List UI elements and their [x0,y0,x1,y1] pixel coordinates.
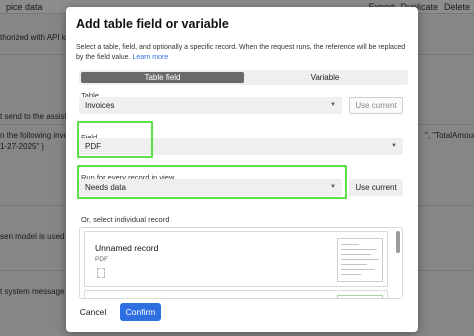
record-list-scrollbar[interactable] [396,231,400,253]
document-thumbnail-icon [337,238,383,282]
run-for-select-value: Needs data [85,183,126,192]
document-icon [97,268,105,278]
field-select-value: PDF [85,142,101,151]
record-card[interactable]: Unnamed record PDF [84,231,388,287]
source-tabs: Table field Variable [79,70,408,85]
add-field-dialog: Add table field or variable Select a tab… [66,7,418,332]
table-select[interactable]: Invoices ▼ [79,97,342,114]
document-thumbnail-icon [337,295,383,298]
record-title: Unnamed record [95,243,159,253]
tab-table-field[interactable]: Table field [81,72,244,83]
chevron-down-icon: ▼ [330,102,336,108]
dialog-title: Add table field or variable [76,17,229,31]
chevron-down-icon: ▼ [391,143,397,149]
record-list[interactable]: Unnamed record PDF [79,227,403,299]
description-text: Select a table, field, and optionally a … [76,44,406,61]
dialog-description: Select a table, field, and optionally a … [76,43,411,63]
tab-variable[interactable]: Variable [244,72,406,83]
chevron-down-icon: ▼ [330,184,336,190]
field-select[interactable]: PDF ▼ [79,138,403,155]
cancel-button[interactable]: Cancel [76,303,110,321]
record-field-name: PDF [95,256,108,263]
confirm-button[interactable]: Confirm [120,303,161,321]
record-card[interactable] [84,290,388,298]
table-use-current-button[interactable]: Use current [349,97,403,114]
table-select-value: Invoices [85,101,115,110]
run-for-select[interactable]: Needs data ▼ [79,179,342,196]
learn-more-link[interactable]: Learn more [132,54,168,61]
run-for-use-current-button[interactable]: Use current [349,179,403,196]
records-label: Or, select individual record [81,215,170,224]
